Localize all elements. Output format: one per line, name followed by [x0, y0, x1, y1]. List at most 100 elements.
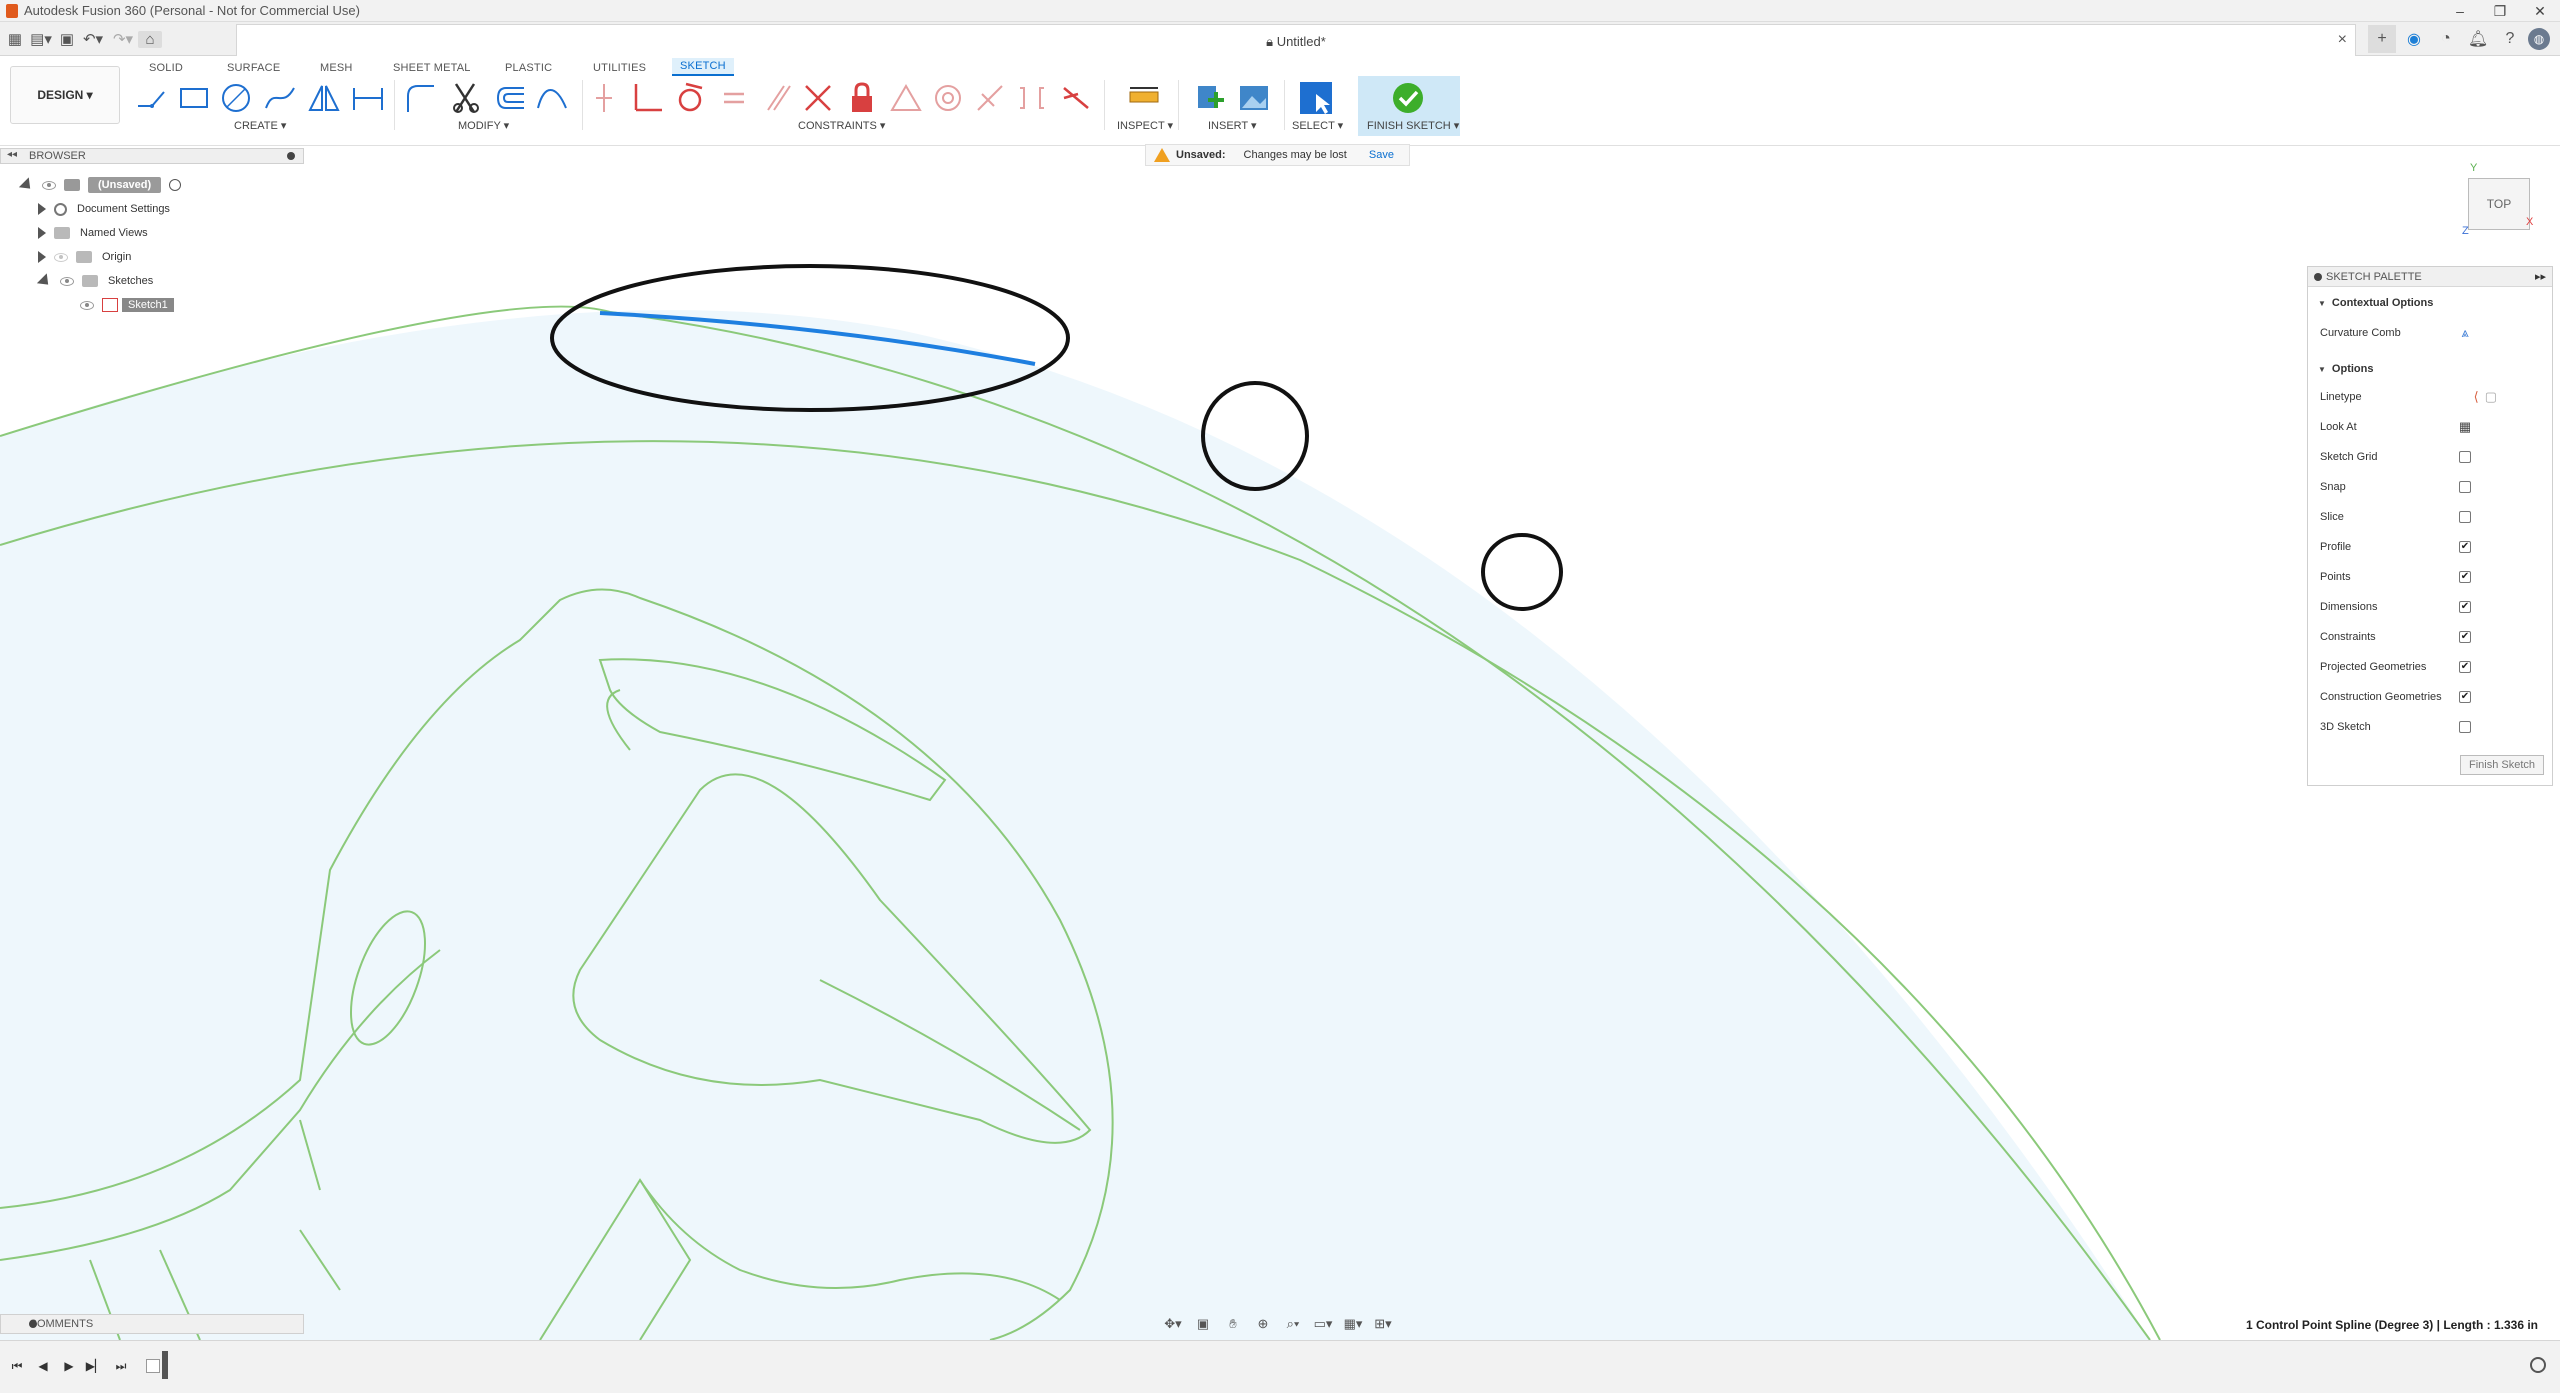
save-icon[interactable]: ▣: [56, 30, 78, 48]
equal-constraint-icon[interactable]: [716, 80, 752, 116]
parallel-constraint-icon[interactable]: [760, 80, 796, 116]
tree-root[interactable]: (Unsaved): [18, 174, 182, 196]
expand-icon[interactable]: [36, 272, 54, 290]
centerline-linetype-icon[interactable]: ▢: [2485, 389, 2497, 405]
create-menu[interactable]: CREATE ▾: [234, 119, 286, 132]
insert-derive-icon[interactable]: [1194, 80, 1230, 116]
conic-curve-icon[interactable]: [534, 80, 570, 116]
circle-tool-icon[interactable]: [218, 80, 254, 116]
restore-icon[interactable]: ❐: [2480, 0, 2520, 22]
home-icon[interactable]: ⌂: [138, 30, 162, 48]
dimension-tool-icon[interactable]: [350, 80, 386, 116]
construction-geometries-checkbox[interactable]: ✔: [2459, 691, 2471, 703]
line-tool-icon[interactable]: [134, 80, 170, 116]
fillet-tool-icon[interactable]: [402, 80, 438, 116]
rectangle-tool-icon[interactable]: [176, 80, 212, 116]
concentric-constraint-icon[interactable]: [930, 80, 966, 116]
play-icon[interactable]: ▶: [60, 1357, 78, 1375]
profile-checkbox[interactable]: ✔: [2459, 541, 2471, 553]
visibility-eye-icon[interactable]: [80, 300, 94, 310]
grid-settings-icon[interactable]: ▦▾: [1340, 1313, 1366, 1335]
modify-menu[interactable]: MODIFY ▾: [458, 119, 509, 132]
finish-sketch-icon[interactable]: [1390, 80, 1426, 116]
new-tab-icon[interactable]: +: [2368, 25, 2396, 53]
collapse-browser-icon[interactable]: ◂◂: [7, 149, 17, 160]
visibility-eye-icon[interactable]: [54, 252, 68, 262]
timeline-marker[interactable]: [162, 1351, 168, 1379]
coincident-constraint-icon[interactable]: [586, 80, 622, 116]
browser-options-icon[interactable]: [287, 152, 295, 160]
expand-icon[interactable]: [38, 203, 46, 215]
dimensions-checkbox[interactable]: ✔: [2459, 601, 2471, 613]
options-section[interactable]: Options: [2318, 363, 2374, 375]
job-status-icon[interactable]: ◔: [2432, 25, 2460, 53]
select-menu[interactable]: SELECT ▾: [1292, 119, 1343, 132]
tab-sheet-metal[interactable]: SHEET METAL: [393, 62, 471, 74]
points-checkbox[interactable]: ✔: [2459, 571, 2471, 583]
tree-item-sketches[interactable]: Sketches: [36, 270, 153, 292]
tangent-constraint-icon[interactable]: [672, 80, 708, 116]
collinear-constraint-icon[interactable]: [800, 80, 836, 116]
save-link[interactable]: Save: [1369, 149, 1394, 161]
look-at-icon[interactable]: ▦: [2457, 419, 2473, 435]
help-icon[interactable]: ?: [2496, 25, 2524, 53]
viewports-icon[interactable]: ⊞▾: [1370, 1313, 1396, 1335]
tab-sketch[interactable]: SKETCH: [672, 58, 734, 76]
timeline-settings-gear-icon[interactable]: [2530, 1357, 2546, 1373]
file-menu-icon[interactable]: ▤▾: [26, 30, 56, 48]
browser-panel-header[interactable]: ◂◂ BROWSER: [0, 148, 304, 164]
trim-tool-icon[interactable]: [448, 80, 484, 116]
tab-mesh[interactable]: MESH: [320, 62, 353, 74]
notifications-icon[interactable]: 🔔︎: [2464, 25, 2492, 53]
palette-header[interactable]: SKETCH PALETTE ▸▸: [2308, 267, 2552, 287]
3d-sketch-checkbox[interactable]: [2459, 721, 2471, 733]
look-at-icon[interactable]: ▣: [1190, 1313, 1216, 1335]
sketch-grid-checkbox[interactable]: [2459, 451, 2471, 463]
grid-menu-icon[interactable]: ▦: [4, 30, 26, 48]
minimize-icon[interactable]: –: [2440, 0, 2480, 22]
insert-menu[interactable]: INSERT ▾: [1208, 119, 1257, 132]
tab-utilities[interactable]: UTILITIES: [593, 62, 646, 74]
close-tab-icon[interactable]: ×: [2338, 31, 2347, 49]
midpoint-constraint-icon[interactable]: [888, 80, 924, 116]
select-tool-icon[interactable]: [1298, 80, 1334, 116]
symmetry-constraint-icon[interactable]: [972, 80, 1008, 116]
pan-icon[interactable]: ✋︎: [1220, 1313, 1246, 1335]
avatar[interactable]: ◍: [2528, 28, 2550, 50]
visibility-eye-icon[interactable]: [60, 276, 74, 286]
palette-finish-sketch-button[interactable]: Finish Sketch: [2459, 755, 2544, 775]
canvas-viewport[interactable]: [0, 147, 2560, 1340]
display-settings-icon[interactable]: ▭▾: [1310, 1313, 1336, 1335]
timeline-sketch-feature-icon[interactable]: [146, 1359, 160, 1373]
curvature-constraint-icon[interactable]: [1014, 80, 1050, 116]
step-forward-icon[interactable]: ▶▏: [86, 1357, 104, 1375]
constraints-checkbox[interactable]: ✔: [2459, 631, 2471, 643]
tab-plastic[interactable]: PLASTIC: [505, 62, 552, 74]
sketch-canvas[interactable]: [0, 147, 2560, 1340]
workspace-switcher-button[interactable]: DESIGN ▾: [10, 66, 120, 124]
expand-icon[interactable]: [38, 251, 46, 263]
fix-constraint-icon[interactable]: [844, 80, 880, 116]
zoom-icon[interactable]: ⊕: [1250, 1313, 1276, 1335]
snap-checkbox[interactable]: [2459, 481, 2471, 493]
tree-item-named-views[interactable]: Named Views: [38, 222, 148, 244]
mirror-tool-icon[interactable]: [306, 80, 342, 116]
comments-options-icon[interactable]: [29, 1320, 37, 1328]
tab-surface[interactable]: SURFACE: [227, 62, 280, 74]
construction-linetype-icon[interactable]: ⟨: [2474, 389, 2479, 405]
tree-item-origin[interactable]: Origin: [38, 246, 131, 268]
activate-radio-icon[interactable]: [169, 179, 182, 191]
tab-solid[interactable]: SOLID: [149, 62, 183, 74]
fit-icon[interactable]: ⌕▾: [1280, 1313, 1306, 1335]
curvature-comb-icon[interactable]: ⩓: [2457, 325, 2473, 341]
viewcube[interactable]: TOP: [2468, 178, 2530, 230]
orbit-icon[interactable]: ✥▾: [1160, 1313, 1186, 1335]
undo-icon[interactable]: ↶▾: [78, 30, 108, 48]
finish-sketch-button[interactable]: FINISH SKETCH ▾: [1367, 119, 1459, 132]
constraints-menu[interactable]: CONSTRAINTS ▾: [798, 119, 885, 132]
contextual-options-section[interactable]: Contextual Options: [2318, 297, 2433, 309]
document-tab[interactable]: 🔒︎ Untitled* ×: [236, 24, 2356, 56]
slice-checkbox[interactable]: [2459, 511, 2471, 523]
projected-geometries-checkbox[interactable]: ✔: [2459, 661, 2471, 673]
close-window-icon[interactable]: ✕: [2520, 0, 2560, 22]
